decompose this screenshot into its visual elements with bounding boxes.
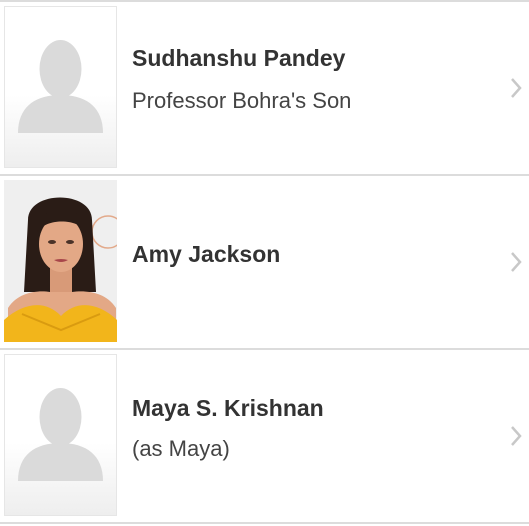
cast-role: (as Maya)	[132, 436, 230, 461]
cast-role: Professor Bohra's Son	[132, 88, 352, 113]
chevron-right-icon	[511, 252, 522, 272]
cast-list: Sudhanshu Pandey Professor Bohra's Son A…	[0, 0, 529, 526]
cast-row-maya-s-krishnan[interactable]: Maya S. Krishnan (as Maya)	[0, 350, 529, 522]
chevron-right-icon	[511, 78, 522, 98]
placeholder-avatar-icon	[4, 354, 117, 516]
list-divider	[0, 522, 529, 524]
cast-row-amy-jackson[interactable]: Amy Jackson	[0, 176, 529, 348]
cast-name: Amy Jackson	[132, 241, 281, 267]
cast-name: Maya S. Krishnan	[132, 395, 324, 421]
chevron-right-icon	[511, 426, 522, 446]
placeholder-avatar-icon	[4, 6, 117, 168]
actor-headshot-photo	[4, 180, 117, 342]
cast-name: Sudhanshu Pandey	[132, 45, 346, 71]
cast-row-sudhanshu-pandey[interactable]: Sudhanshu Pandey Professor Bohra's Son	[0, 2, 529, 174]
